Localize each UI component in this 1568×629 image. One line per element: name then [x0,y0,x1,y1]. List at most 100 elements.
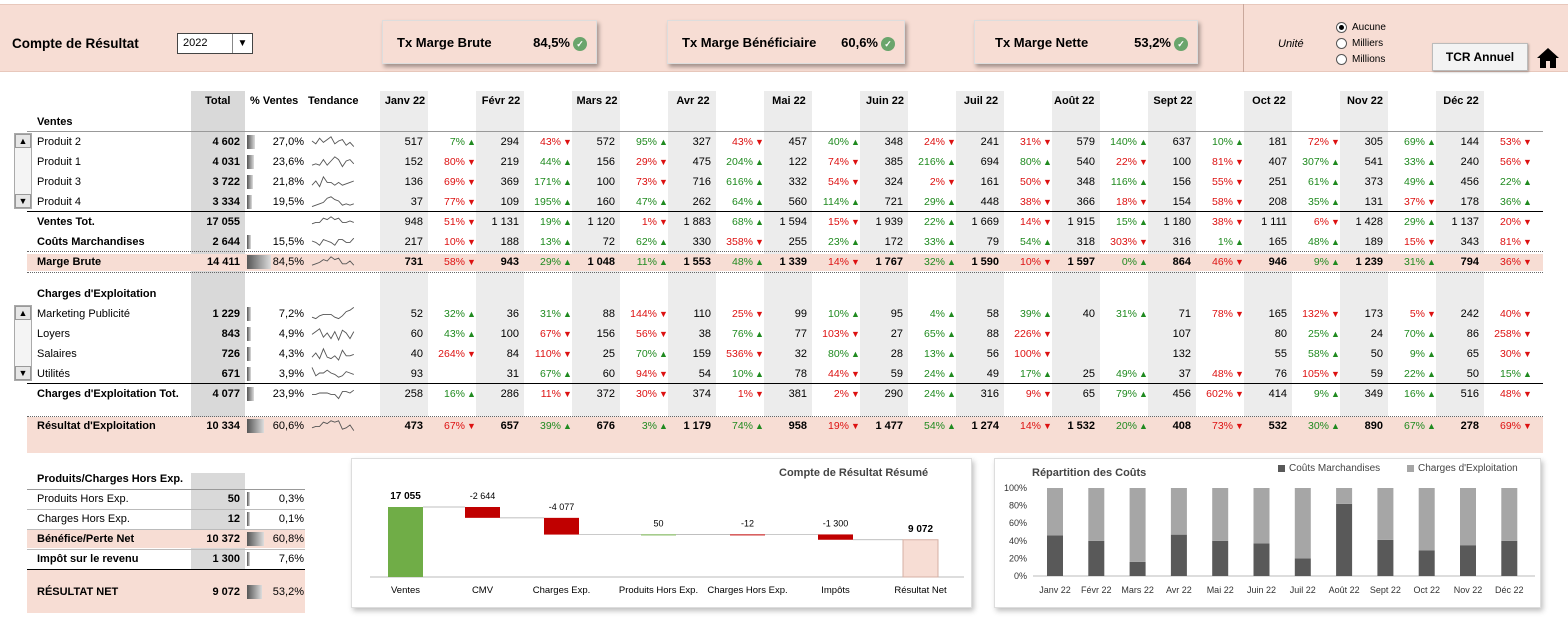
month-change: 10% [827,308,849,320]
month-value: 136 [404,176,423,188]
month-change: 10% [443,236,465,248]
page-title: Compte de Résultat [12,36,139,51]
scroll-up-icon[interactable]: ▲ [15,306,31,320]
row-total: 3 722 [212,176,240,188]
divider [27,383,1543,384]
month-value: 71 [1178,308,1191,320]
month-change: 48% [1499,388,1521,400]
month-change: 40% [827,136,849,148]
month-change: 602% [1206,388,1233,400]
radio-icon[interactable] [1336,54,1347,65]
month-value: 76 [1274,368,1287,380]
scroll-down-icon[interactable]: ▼ [15,194,31,208]
sparkline [311,256,355,266]
chevron-down-icon[interactable]: ▼ [232,34,252,53]
month-value: 65 [1082,388,1095,400]
scroll-up-icon[interactable]: ▲ [15,134,31,148]
month-value: 107 [1172,328,1191,340]
month-change: 48% [1307,236,1329,248]
month-value: 278 [1460,420,1479,432]
month-value: 59 [1370,368,1383,380]
tcr-annuel-button[interactable]: TCR Annuel [1432,43,1528,71]
row-total: 671 [221,368,240,380]
month-value: 343 [1460,236,1479,248]
month-change: 72% [1307,136,1329,148]
month-value: 55 [1274,348,1287,360]
radio-label: Millions [1352,54,1386,65]
column-header-total: Total [205,95,231,107]
hors-pct: 0,1% [278,513,304,525]
month-change: 24% [923,388,945,400]
x-tick-label: Mars 22 [1121,585,1154,595]
sparkline [311,328,355,342]
month-change: 1% [641,216,657,228]
scrollbar-ventes[interactable]: ▲ ▼ [14,133,32,209]
year-select[interactable]: 2022 ▼ [177,33,253,54]
scroll-down-icon[interactable]: ▼ [15,366,31,380]
month-change: 11% [636,256,657,268]
month-value: 172 [884,236,903,248]
stacked-bar-marchandises [1418,550,1435,576]
kpi-label: Tx Marge Brute [397,34,492,50]
month-change: 24% [923,136,945,148]
sparkline [311,367,354,378]
month-change: 307% [1302,156,1329,168]
stacked-bar-exploitation [1336,488,1353,504]
unit-radio-millions[interactable]: Millions [1336,54,1385,65]
pct-bar [247,347,251,361]
month-value: 156 [596,328,615,340]
waterfall-bar [818,534,853,540]
cost-chart-panel: Répartition des Coûts Coûts Marchandises… [994,458,1541,608]
month-value: 58 [986,308,999,320]
month-change: 9% [1409,348,1425,360]
month-value: 38 [698,328,711,340]
month-value: 160 [596,196,615,208]
month-change: 15% [1115,216,1137,228]
month-value: 50 [1370,348,1383,360]
month-value: 286 [500,388,519,400]
scrollbar-charges[interactable]: ▲ ▼ [14,305,32,381]
x-tick-label: Mai 22 [1207,585,1234,595]
stacked-bar-exploitation [1088,488,1105,541]
month-change: 56% [1499,156,1521,168]
month-change: 56% [635,328,657,340]
month-change: 32% [923,256,945,268]
month-change: 58% [1307,348,1329,360]
month-change: 80% [443,156,465,168]
month-change: 36% [1499,196,1521,208]
radio-checked-icon[interactable] [1336,22,1347,33]
month-change: 22% [1499,176,1521,188]
divider [27,529,305,530]
section-hors: Produits/Charges Hors Exp. [37,473,184,485]
month-change: 49% [1403,176,1425,188]
month-change: 49% [1115,368,1137,380]
month-value: 1 274 [971,420,999,432]
x-tick-label: Avr 22 [1166,585,1192,595]
unit-radio-milliers[interactable]: Milliers [1336,38,1383,49]
month-change: 77% [443,196,465,208]
category-label: Charges Exp. [533,585,591,596]
row-pct: 3,9% [278,368,304,380]
column-header-month: Juil 22 [963,95,999,107]
month-change: 22% [1115,156,1137,168]
month-value: 78 [794,368,807,380]
month-value: 208 [1268,196,1287,208]
month-change: 3% [641,420,657,432]
radio-label: Aucune [1352,22,1386,33]
row-label: Utilités [37,368,71,380]
divider [27,211,1543,212]
month-change: 94% [635,368,657,380]
month-value: 637 [1172,136,1191,148]
month-value: 943 [500,256,519,268]
radio-icon[interactable] [1336,38,1347,49]
stacked-bar-exploitation [1253,488,1270,544]
hors-label: Impôt sur le revenu [37,553,139,565]
unit-radio-aucune[interactable]: Aucune [1336,22,1386,33]
pct-bar [247,512,250,526]
home-icon[interactable] [1536,46,1560,70]
month-value: 316 [980,388,999,400]
month-change: 69% [1499,420,1521,432]
check-icon: ✓ [881,37,895,51]
row-pct: 15,5% [272,236,304,248]
month-value: 1 883 [683,216,711,228]
